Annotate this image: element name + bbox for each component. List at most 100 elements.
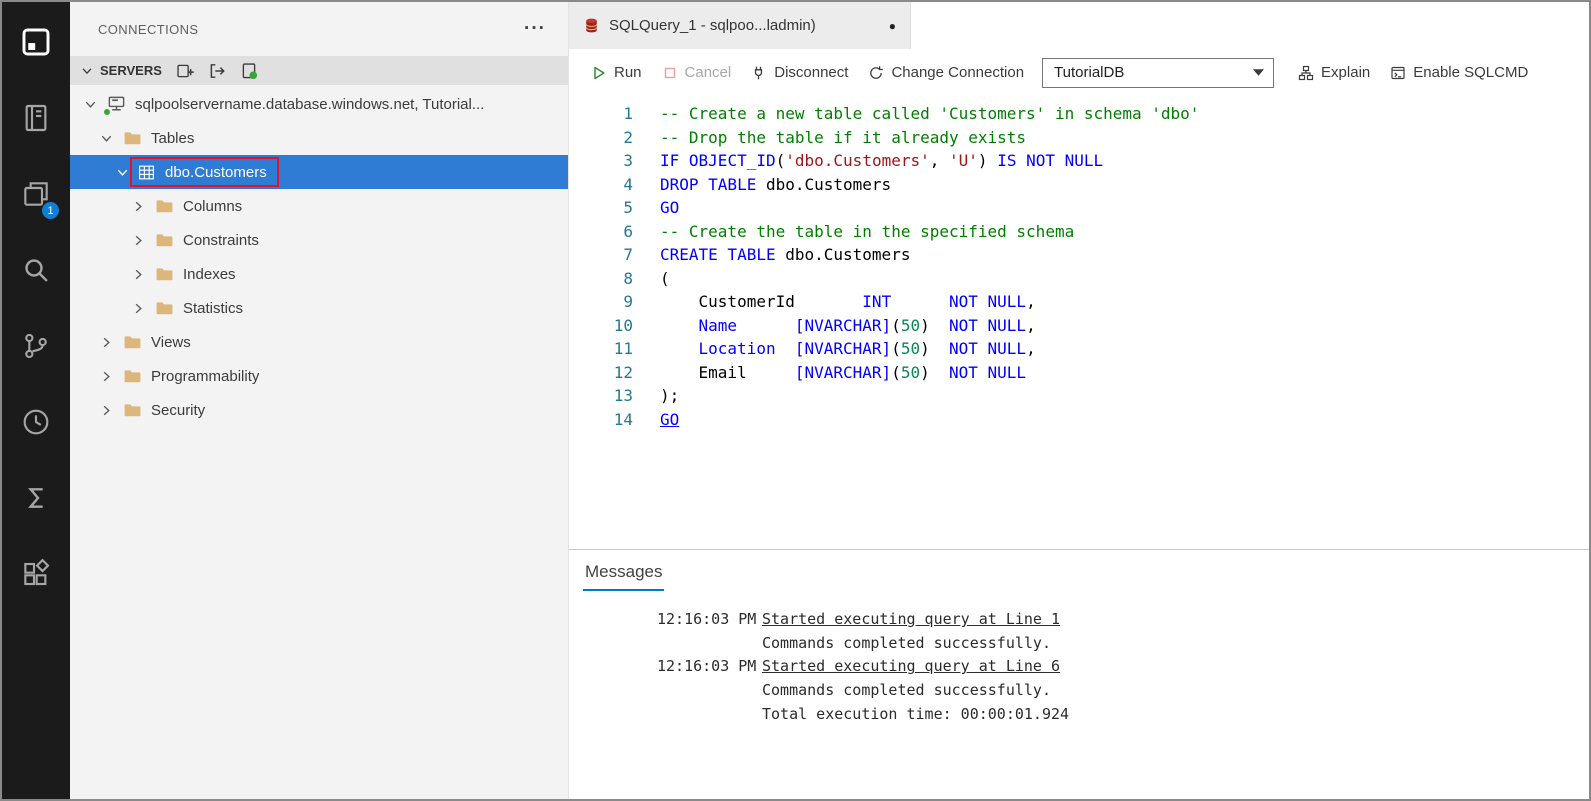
- chevron-collapsed-icon[interactable]: [128, 267, 148, 282]
- annotation-highlight-box: dbo.Customers: [130, 157, 279, 187]
- code-text: );: [660, 386, 680, 405]
- run-button[interactable]: Run: [581, 58, 652, 87]
- code-line: 14 GO: [569, 408, 1589, 432]
- tab-strip: SQLQuery_1 - sqlpoo...ladmin) ●: [569, 2, 1589, 49]
- code-text: -- Create a new table called 'Customers'…: [660, 104, 1200, 123]
- tree-item-indexes[interactable]: Indexes: [70, 257, 568, 291]
- tab-title: SQLQuery_1 - sqlpoo...ladmin): [609, 17, 816, 34]
- tree-item-security[interactable]: Security: [70, 393, 568, 427]
- tree-item-label: Constraints: [183, 231, 259, 249]
- chevron-collapsed-icon[interactable]: [96, 403, 116, 418]
- messages-tab-label: Messages: [585, 562, 663, 581]
- message-timestamp: [657, 632, 762, 656]
- tree-item-views[interactable]: Views: [70, 325, 568, 359]
- change-connection-icon: [868, 65, 884, 81]
- enable-sqlcmd-button-label: Enable SQLCMD: [1413, 64, 1529, 81]
- enable-sqlcmd-button[interactable]: Enable SQLCMD: [1380, 58, 1538, 87]
- line-number: 14: [613, 409, 633, 429]
- tree-item-statistics[interactable]: Statistics: [70, 291, 568, 325]
- code-line: 8(: [569, 267, 1589, 291]
- message-row: Commands completed successfully.: [583, 679, 1589, 703]
- chevron-collapsed-icon[interactable]: [128, 233, 148, 248]
- notebook-icon[interactable]: [2, 80, 70, 156]
- tree-item-label: dbo.Customers: [165, 163, 267, 181]
- tree-item-sqlpoolservername-database-windows-net-tutorial-[interactable]: sqlpoolservername.database.windows.net, …: [70, 87, 568, 121]
- tree-item-label: Security: [151, 401, 206, 419]
- line-number: 13: [613, 386, 633, 405]
- message-timestamp: 12:16:03 PM: [657, 610, 757, 628]
- tree-item-constraints[interactable]: Constraints: [70, 223, 568, 257]
- connections-icon[interactable]: [2, 4, 70, 80]
- sql-code-editor[interactable]: 1 -- Create a new table called 'Customers…: [569, 96, 1589, 549]
- tab-messages[interactable]: Messages: [583, 562, 665, 591]
- tree-item-label: sqlpoolservername.database.windows.net, …: [135, 95, 485, 113]
- message-text: Commands completed successfully.: [762, 633, 1051, 652]
- more-actions-icon[interactable]: ···: [524, 19, 546, 38]
- code-text: -- Drop the table if it already exists: [660, 127, 1027, 147]
- table-icon: [136, 162, 156, 182]
- chevron-expanded-icon[interactable]: [80, 97, 100, 112]
- messages-rows: 12:16:03 PM Started executing query at Li…: [583, 608, 1589, 727]
- connect-icon[interactable]: [208, 62, 226, 80]
- code-text: CustomerId INT NOT NULL,: [660, 292, 1036, 311]
- activity-bar: 1: [2, 2, 70, 799]
- tree-item-columns[interactable]: Columns: [70, 189, 568, 223]
- database-selector[interactable]: TutorialDB: [1042, 57, 1275, 88]
- code-line: 4 DROP TABLE dbo.Customers: [569, 173, 1589, 197]
- line-number: 9: [623, 292, 633, 311]
- editor-group: SQLQuery_1 - sqlpoo...ladmin) ● Run Canc…: [569, 2, 1589, 799]
- chevron-expanded-icon[interactable]: [96, 131, 116, 146]
- chevron-collapsed-icon[interactable]: [128, 199, 148, 214]
- tree-item-label: Columns: [183, 197, 243, 215]
- tree-item-label: Indexes: [183, 265, 236, 283]
- change-connection-button[interactable]: Change Connection: [858, 58, 1034, 87]
- change-connection-button-label: Change Connection: [891, 64, 1025, 81]
- chevron-collapsed-icon[interactable]: [96, 369, 116, 384]
- message-row: 12:16:03 PM Started executing query at Li…: [583, 608, 1589, 632]
- sigma-icon[interactable]: [2, 460, 70, 536]
- explain-button[interactable]: Explain: [1288, 58, 1380, 87]
- chevron-collapsed-icon[interactable]: [96, 335, 116, 350]
- message-link[interactable]: Started executing query at Line 6: [762, 655, 1060, 679]
- code-line: 5 GO: [569, 196, 1589, 220]
- disconnect-icon: [751, 65, 767, 81]
- folder-icon: [154, 298, 174, 318]
- message-link[interactable]: Started executing query at Line 1: [762, 608, 1060, 632]
- query-toolbar: Run Cancel Disconnect Change Connection: [569, 49, 1589, 96]
- line-number: 6: [623, 221, 633, 241]
- section-chevron-icon[interactable]: [80, 64, 94, 78]
- tree-item-label: Programmability: [151, 367, 260, 385]
- disconnect-button-label: Disconnect: [774, 64, 849, 81]
- chevron-expanded-icon[interactable]: [112, 165, 132, 180]
- folder-icon: [122, 332, 142, 352]
- source-control-icon[interactable]: [2, 308, 70, 384]
- cancel-button[interactable]: Cancel: [652, 58, 742, 87]
- line-number: 3: [623, 151, 633, 170]
- tree-item-tables[interactable]: Tables: [70, 121, 568, 155]
- cancel-icon: [662, 65, 678, 81]
- new-connection-icon[interactable]: [176, 62, 194, 80]
- line-number: 12: [613, 362, 633, 382]
- tab-sqlquery-1[interactable]: SQLQuery_1 - sqlpoo...ladmin) ●: [569, 2, 911, 49]
- code-text: GO: [660, 198, 680, 217]
- message-text: Total execution time: 00:00:01.924: [762, 704, 1070, 723]
- connected-status-dot: [102, 107, 112, 117]
- dropdown-caret-icon: [1253, 69, 1265, 76]
- line-number: 11: [613, 339, 633, 358]
- message-timestamp: [657, 703, 762, 727]
- folder-icon: [154, 264, 174, 284]
- disconnect-button[interactable]: Disconnect: [741, 58, 858, 87]
- enable-sqlcmd-icon: [1390, 65, 1406, 81]
- active-connections-icon[interactable]: [240, 62, 258, 80]
- search-icon[interactable]: [2, 232, 70, 308]
- extensions-icon[interactable]: [2, 536, 70, 612]
- tree-item-dbo-customers[interactable]: dbo.Customers: [70, 155, 568, 189]
- chevron-collapsed-icon[interactable]: [128, 301, 148, 316]
- task-history-icon[interactable]: [2, 384, 70, 460]
- code-line: 1 -- Create a new table called 'Customers…: [569, 102, 1589, 126]
- dirty-indicator[interactable]: ●: [889, 19, 896, 33]
- servers-section-header[interactable]: SERVERS: [70, 56, 568, 85]
- server-icon: [102, 94, 126, 117]
- tree-item-programmability[interactable]: Programmability: [70, 359, 568, 393]
- explorer-icon[interactable]: 1: [2, 156, 70, 232]
